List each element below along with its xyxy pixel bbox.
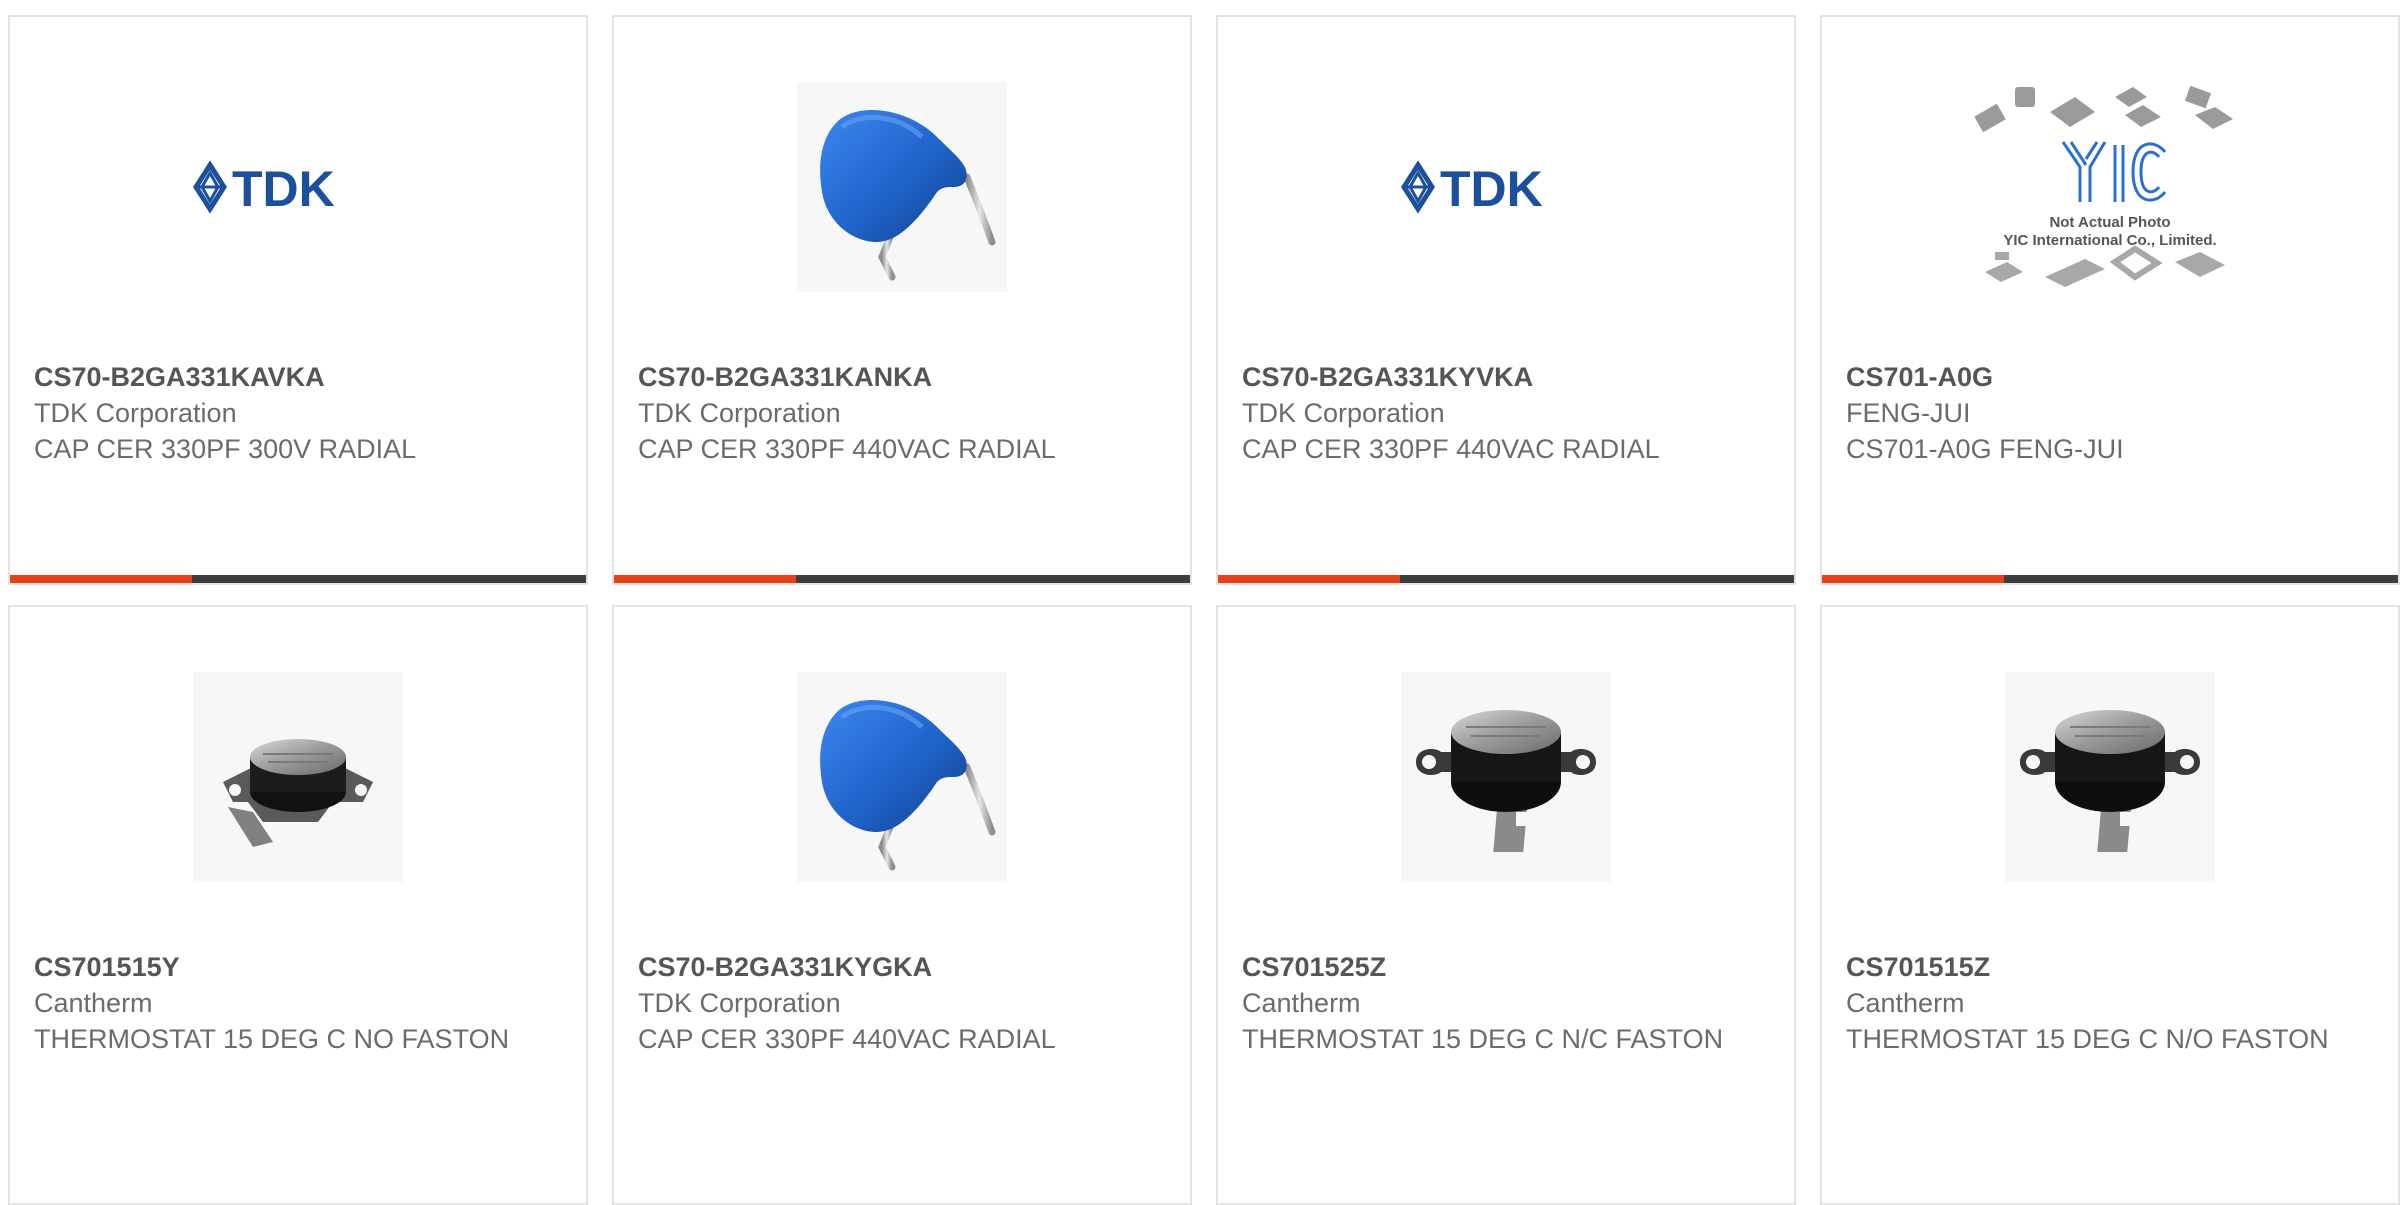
description: CAP CER 330PF 300V RADIAL (34, 434, 417, 464)
tdk-logo: TDK (193, 160, 335, 217)
svg-text:YIC International Co., Limited: YIC International Co., Limited. (2003, 232, 2216, 249)
tdk-logo: TDK (1401, 160, 1543, 217)
part-number[interactable]: CS701515Y (34, 949, 562, 985)
product-image[interactable] (10, 667, 586, 887)
capacitor-image (797, 672, 1007, 882)
product-card[interactable]: TDK CS70-B2GA331KAVKA TDK Corporation CA… (8, 15, 588, 585)
capacitor-image (797, 82, 1007, 292)
placeholder-image: Not Actual Photo YIC International Co., … (1974, 85, 2233, 287)
svg-text:TDK: TDK (232, 161, 335, 217)
product-card[interactable]: Not Actual Photo YIC International Co., … (1820, 15, 2400, 585)
description: THERMOSTAT 15 DEG C N/C FASTON (1242, 1024, 1724, 1054)
thermostat-image (1401, 672, 1611, 882)
product-card[interactable]: CS70-B2GA331KANKA TDK Corporation CAP CE… (612, 15, 1192, 585)
manufacturer: Cantherm (1242, 988, 1361, 1018)
svg-text:TDK: TDK (1440, 161, 1543, 217)
card-footer-accent (10, 575, 192, 583)
part-number[interactable]: CS70-B2GA331KAVKA (34, 359, 562, 395)
product-card[interactable]: CS701515Y Cantherm THERMOSTAT 15 DEG C N… (8, 605, 588, 1205)
manufacturer: TDK Corporation (638, 398, 841, 428)
product-image[interactable] (614, 667, 1190, 887)
product-image[interactable] (1218, 667, 1794, 887)
product-image[interactable]: TDK (1218, 77, 1794, 297)
manufacturer: TDK Corporation (34, 398, 237, 428)
card-footer-accent (1822, 575, 2004, 583)
card-footer-bar (10, 575, 586, 583)
description: CS701-A0G FENG-JUI (1846, 434, 2124, 464)
card-footer-accent (1218, 575, 1400, 583)
product-card[interactable]: CS701525Z Cantherm THERMOSTAT 15 DEG C N… (1216, 605, 1796, 1205)
part-number[interactable]: CS70-B2GA331KANKA (638, 359, 1166, 395)
description: THERMOSTAT 15 DEG C NO FASTON (34, 1024, 510, 1054)
part-number[interactable]: CS701525Z (1242, 949, 1770, 985)
product-image[interactable]: TDK (10, 77, 586, 297)
product-card[interactable]: CS70-B2GA331KYGKA TDK Corporation CAP CE… (612, 605, 1192, 1205)
manufacturer: TDK Corporation (638, 988, 841, 1018)
product-card[interactable]: TDK CS70-B2GA331KYVKA TDK Corporation CA… (1216, 15, 1796, 585)
product-card[interactable]: CS701515Z Cantherm THERMOSTAT 15 DEG C N… (1820, 605, 2400, 1205)
part-number[interactable]: CS70-B2GA331KYGKA (638, 949, 1166, 985)
manufacturer: TDK Corporation (1242, 398, 1445, 428)
manufacturer: Cantherm (1846, 988, 1965, 1018)
product-image[interactable] (1822, 667, 2398, 887)
part-number[interactable]: CS701515Z (1846, 949, 2374, 985)
card-footer-bar (1218, 575, 1794, 583)
part-number[interactable]: CS701-A0G (1846, 359, 2374, 395)
description: CAP CER 330PF 440VAC RADIAL (1242, 434, 1660, 464)
product-image[interactable]: Not Actual Photo YIC International Co., … (1822, 57, 2398, 317)
thermostat-image (193, 672, 403, 882)
card-footer-accent (614, 575, 796, 583)
description: THERMOSTAT 15 DEG C N/O FASTON (1846, 1024, 2329, 1054)
manufacturer: Cantherm (34, 988, 153, 1018)
description: CAP CER 330PF 440VAC RADIAL (638, 1024, 1056, 1054)
part-number[interactable]: CS70-B2GA331KYVKA (1242, 359, 1770, 395)
thermostat-image (2005, 672, 2215, 882)
product-image[interactable] (614, 77, 1190, 297)
card-footer-bar (614, 575, 1190, 583)
product-grid: TDK CS70-B2GA331KAVKA TDK Corporation CA… (8, 15, 2400, 1205)
svg-text:Not Actual Photo: Not Actual Photo (2049, 214, 2170, 231)
manufacturer: FENG-JUI (1846, 398, 1971, 428)
card-footer-bar (1822, 575, 2398, 583)
description: CAP CER 330PF 440VAC RADIAL (638, 434, 1056, 464)
